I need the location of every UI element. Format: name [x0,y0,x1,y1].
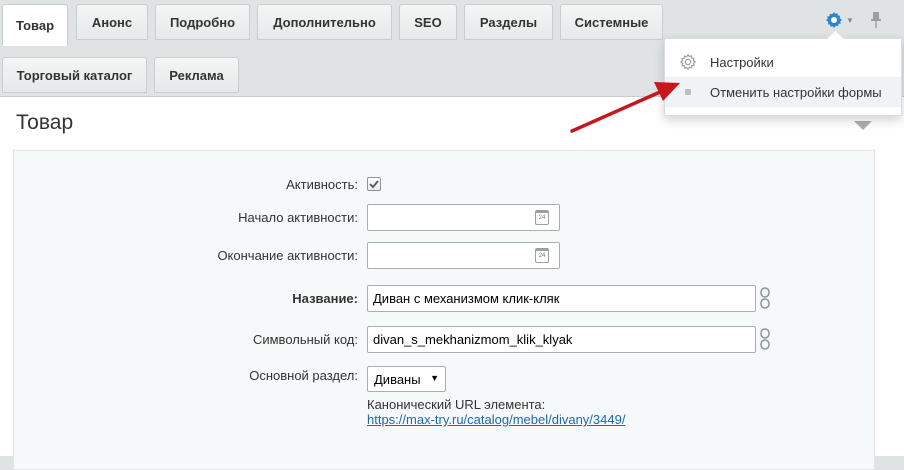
gear-icon[interactable] [826,12,842,28]
code-label: Символьный код: [252,332,358,347]
calendar-icon[interactable]: 24 [535,248,549,263]
tab-label: Товар [15,17,55,33]
canonical-url-block: Канонический URL элемента: https://max-t… [367,397,625,427]
end-date-label: Окончание активности: [217,248,358,263]
end-date-input[interactable]: 24 [367,242,560,269]
tab-label: Разделы [479,14,538,30]
tab-label: Подробно [169,14,236,30]
calendar-day: 24 [538,215,546,221]
tab-seo[interactable]: SEO [399,4,457,40]
tab-label: Анонс [91,14,133,30]
chevron-down-icon[interactable]: ▼ [846,16,854,25]
panel-title: Товар [16,111,74,134]
section-label: Основной раздел: [249,368,358,383]
row-end-date: Окончание активности: 24 [14,241,876,271]
canonical-url-link[interactable]: https://max-try.ru/catalog/mebel/divany/… [367,412,625,427]
active-checkbox[interactable] [367,177,381,191]
tab-advertising[interactable]: Реклама [154,57,239,93]
row-start-date: Начало активности: 24 [14,203,876,233]
name-input[interactable]: Диван с механизмом клик-кляк [367,285,756,312]
tab-label: Системные [574,14,649,30]
menu-item-label: Настройки [710,54,774,70]
tab-label: Дополнительно [273,14,376,30]
tab-system[interactable]: Системные [560,4,663,40]
name-value: Диван с механизмом клик-кляк [373,291,560,306]
active-label: Активность: [286,177,358,192]
canonical-url-label: Канонический URL элемента: [367,397,546,412]
tab-label: Реклама [169,67,224,83]
tab-label: Торговый каталог [16,67,133,83]
tab-details[interactable]: Подробно [155,4,250,40]
tab-product[interactable]: Товар [2,4,68,46]
calendar-icon[interactable]: 24 [535,210,549,225]
form-fields: Активность: Начало активности: 24 Оконча… [13,150,875,470]
form-panel: Товар Активность: Начало активности: 24 … [0,96,904,470]
tab-trade-catalog[interactable]: Торговый каталог [2,57,147,93]
section-value: Диваны [374,371,421,387]
calendar-day: 24 [538,253,546,259]
bullet-icon [685,89,691,95]
row-active: Активность: [14,175,876,205]
menu-item-settings[interactable]: Настройки [665,47,901,77]
settings-menu: Настройки Отменить настройки формы [664,38,902,116]
gear-icon [680,54,696,70]
checkmark-icon [369,180,379,189]
code-value: divan_s_mekhanizmom_klik_klyak [373,332,573,347]
name-label: Название: [292,291,358,306]
start-date-input[interactable]: 24 [367,204,560,231]
row-name: Название: Диван с механизмом клик-кляк [14,284,876,314]
tab-additional[interactable]: Дополнительно [257,4,392,40]
menu-item-label: Отменить настройки формы [710,84,882,100]
section-select[interactable]: Диваны ▼ [367,366,446,392]
row-code: Символьный код: divan_s_mekhanizmom_klik… [14,325,876,355]
tab-announce[interactable]: Анонс [76,4,148,40]
menu-item-reset-form-settings[interactable]: Отменить настройки формы [665,77,901,107]
collapse-icon[interactable] [854,121,872,130]
code-input[interactable]: divan_s_mekhanizmom_klik_klyak [367,326,756,353]
pin-icon[interactable] [870,11,882,29]
chain-link-icon[interactable] [759,328,771,350]
chevron-down-icon: ▼ [430,373,439,383]
start-date-label: Начало активности: [238,210,358,225]
tab-label: SEO [414,14,442,30]
tab-sections[interactable]: Разделы [464,4,553,40]
chain-link-icon[interactable] [759,287,771,309]
row-section: Основной раздел: Диваны ▼ Канонический U… [14,366,876,436]
